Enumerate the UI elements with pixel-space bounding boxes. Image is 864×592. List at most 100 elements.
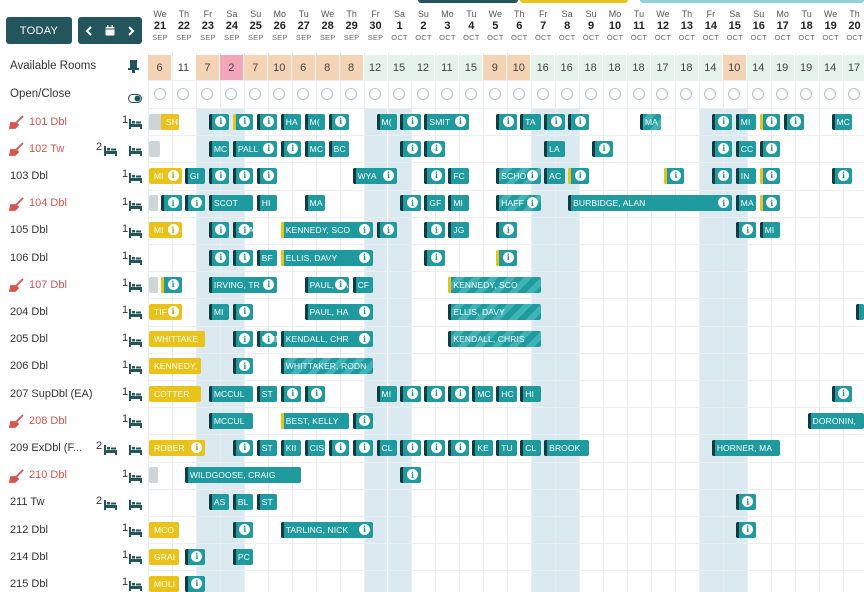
info-icon[interactable]: i xyxy=(167,224,179,236)
info-icon[interactable]: i xyxy=(359,251,371,263)
day-header[interactable]: Fr 14 OCT xyxy=(699,9,723,53)
room-row-104[interactable]: 104 Dbl 1 xyxy=(0,190,148,217)
booking-bar[interactable]: TA xyxy=(520,113,541,130)
info-icon[interactable]: i xyxy=(574,115,586,127)
info-icon[interactable]: i xyxy=(526,197,538,209)
booking-bar[interactable]: IRVING, TR i xyxy=(208,276,278,293)
day-header[interactable]: Th 6 OCT xyxy=(507,9,531,53)
booking-bar[interactable]: CISSI xyxy=(304,439,326,456)
day-header[interactable]: Th 20 OCT xyxy=(843,9,864,53)
booking-bar[interactable] xyxy=(149,195,158,212)
info-icon[interactable]: i xyxy=(454,387,466,399)
booking-bar[interactable]: i xyxy=(424,385,445,402)
info-icon[interactable]: i xyxy=(263,278,275,290)
info-icon[interactable]: i xyxy=(718,169,730,181)
booking-bar[interactable]: i xyxy=(783,113,805,130)
room-row-212[interactable]: 212 Dbl 1 xyxy=(0,516,148,543)
info-icon[interactable]: i xyxy=(574,169,586,181)
booking-bar[interactable]: KENDALL, CHRIS xyxy=(448,331,541,348)
broom-icon[interactable] xyxy=(8,278,25,293)
open-close-radio[interactable] xyxy=(560,88,573,100)
info-icon[interactable]: i xyxy=(215,115,227,127)
info-icon[interactable]: i xyxy=(790,115,802,127)
info-icon[interactable]: i xyxy=(287,387,299,399)
info-icon[interactable]: i xyxy=(239,360,251,372)
booking-bar[interactable]: CL xyxy=(520,439,541,456)
open-close-radio[interactable] xyxy=(512,88,525,100)
day-header[interactable]: We 5 OCT xyxy=(483,9,507,53)
booking-bar[interactable]: MOLI xyxy=(149,575,180,592)
broom-icon[interactable] xyxy=(8,142,25,157)
booking-bar[interactable]: i xyxy=(232,331,254,348)
open-close-radio[interactable] xyxy=(201,88,214,100)
booking-bar[interactable]: i xyxy=(184,548,206,565)
booking-bar[interactable]: i xyxy=(280,140,302,157)
open-close-radio[interactable] xyxy=(488,88,501,100)
open-close-radio[interactable] xyxy=(536,88,549,100)
day-header[interactable]: Fr 30 SEP xyxy=(364,9,388,53)
booking-bar[interactable]: MCCUL xyxy=(208,412,254,429)
booking-bar[interactable]: ELLIS, DAVY xyxy=(448,303,541,320)
info-icon[interactable]: i xyxy=(407,469,419,481)
booking-bar[interactable]: BROOK xyxy=(544,439,589,456)
booking-bar[interactable]: i xyxy=(256,167,278,184)
booking-bar[interactable]: MI xyxy=(376,385,398,402)
booking-bar[interactable]: KENNEDY, SCO xyxy=(448,276,541,293)
booking-bar[interactable]: i xyxy=(280,385,302,402)
info-icon[interactable]: i xyxy=(167,305,179,317)
booking-bar[interactable]: i xyxy=(568,167,589,184)
booking-bar[interactable]: MC xyxy=(304,140,326,157)
info-icon[interactable]: i xyxy=(383,169,395,181)
day-header[interactable]: Sa 8 OCT xyxy=(555,9,579,53)
booking-bar[interactable]: WILDGOOSE, CRAIG xyxy=(184,467,302,484)
booking-bar[interactable]: MCCUL xyxy=(208,385,254,402)
booking-bar[interactable]: PALL i xyxy=(232,140,278,157)
booking-bar[interactable]: i xyxy=(448,439,469,456)
booking-bar[interactable]: M( xyxy=(376,113,398,130)
open-close-radio[interactable] xyxy=(776,88,789,100)
info-icon[interactable]: i xyxy=(502,224,514,236)
info-icon[interactable]: i xyxy=(215,251,227,263)
booking-bar[interactable]: MC xyxy=(208,140,230,157)
booking-bar[interactable]: BC xyxy=(328,140,350,157)
booking-bar[interactable]: PC xyxy=(232,548,254,565)
open-close-radio[interactable] xyxy=(584,88,597,100)
open-close-radio[interactable] xyxy=(273,88,286,100)
info-icon[interactable]: i xyxy=(838,169,850,181)
info-icon[interactable]: i xyxy=(454,115,466,127)
info-icon[interactable]: i xyxy=(430,251,442,263)
open-close-radio[interactable] xyxy=(464,88,477,100)
room-row-205[interactable]: 205 Dbl 1 xyxy=(0,326,148,353)
booking-bar[interactable] xyxy=(149,467,158,484)
info-icon[interactable]: i xyxy=(239,169,251,181)
open-close-radio[interactable] xyxy=(177,88,190,100)
day-header[interactable]: Su 2 OCT xyxy=(411,9,435,53)
chevron-right-icon[interactable] xyxy=(122,21,140,41)
booking-bar[interactable]: KENDALL, CHR i xyxy=(280,331,374,348)
day-header[interactable]: Mo 10 OCT xyxy=(603,9,627,53)
booking-bar[interactable]: i xyxy=(328,439,350,456)
room-row-210[interactable]: 210 Dbl 1 xyxy=(0,462,148,489)
info-icon[interactable]: i xyxy=(742,224,754,236)
open-close-radio[interactable] xyxy=(752,88,765,100)
info-icon[interactable]: i xyxy=(311,387,323,399)
booking-bar[interactable]: i xyxy=(232,113,254,130)
booking-bar[interactable]: GI xyxy=(184,167,206,184)
room-row-208[interactable]: 208 Dbl 1 xyxy=(0,407,148,434)
booking-bar[interactable]: GRAI xyxy=(149,548,180,565)
booking-bar[interactable]: MI i xyxy=(149,167,182,184)
booking-bar[interactable]: i xyxy=(208,222,230,239)
info-icon[interactable]: i xyxy=(239,523,251,535)
open-close-radio[interactable] xyxy=(345,88,358,100)
room-row-103[interactable]: 103 Dbl 1 xyxy=(0,162,148,189)
booking-bar[interactable]: KE xyxy=(472,439,493,456)
info-icon[interactable]: i xyxy=(167,169,179,181)
booking-bar[interactable]: i xyxy=(735,222,757,239)
booking-bar[interactable]: i xyxy=(232,521,254,538)
booking-bar[interactable]: ELLIS, DAVY i xyxy=(280,249,374,266)
info-icon[interactable]: i xyxy=(766,169,778,181)
day-header[interactable]: Tu 4 OCT xyxy=(459,9,483,53)
booking-bar[interactable]: i xyxy=(592,140,613,157)
open-close-radio[interactable] xyxy=(680,88,693,100)
booking-bar[interactable]: i xyxy=(831,167,853,184)
